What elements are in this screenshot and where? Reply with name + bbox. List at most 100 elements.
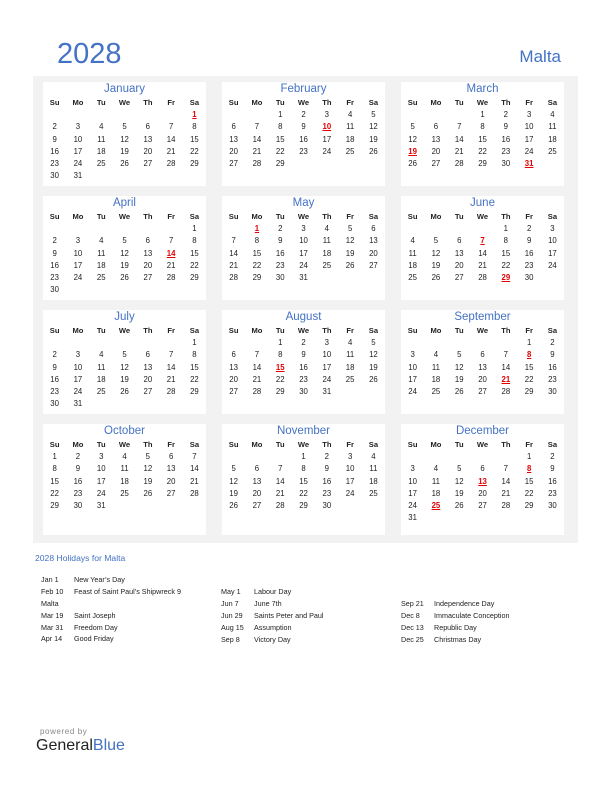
day-cell: 22: [524, 488, 534, 498]
day-cell: 23: [299, 374, 308, 384]
weekday-header: Fr: [346, 98, 354, 107]
day-cell: 11: [322, 236, 331, 246]
day-cell: 28: [252, 159, 262, 169]
day-cell: 28: [501, 387, 511, 397]
day-cell: 11: [408, 248, 417, 258]
weekday-header: Su: [228, 440, 239, 449]
day-cell: 30: [299, 387, 308, 397]
day-cell: 15: [190, 362, 199, 372]
day-cell: 5: [371, 338, 376, 347]
day-cell: 7: [192, 452, 197, 461]
weekday-header: We: [476, 440, 489, 449]
day-cell: 2: [550, 338, 555, 347]
day-cell: 20: [478, 374, 487, 384]
day-cell: 30: [548, 387, 557, 397]
day-cell: 1: [192, 224, 197, 233]
day-cell: 27: [229, 159, 238, 169]
weekday-header: We: [118, 98, 131, 107]
weekday-header: Mo: [430, 212, 442, 221]
holiday-date: Malta: [41, 598, 59, 608]
month-title: June: [470, 197, 495, 209]
weekday-header: Su: [49, 212, 60, 221]
holiday-item: Malta: [41, 598, 181, 610]
day-cell: 4: [347, 338, 353, 347]
day-cell: 30: [501, 159, 511, 169]
day-cell: 9: [550, 464, 555, 474]
weekday-header: Tu: [275, 326, 285, 335]
month-title: March: [466, 83, 499, 95]
day-cell: 4: [99, 350, 104, 360]
empty-day-cell: [66, 109, 89, 121]
day-cell: 19: [120, 374, 129, 384]
day-cell: 6: [231, 350, 236, 360]
day-cell: 27: [166, 488, 176, 498]
empty-day-cell: [90, 223, 113, 235]
day-cell: 24: [322, 146, 332, 156]
weekday-header: Mo: [72, 98, 84, 107]
day-cell: 12: [143, 464, 153, 474]
day-cell: 7: [168, 236, 174, 246]
day-cell: 13: [143, 248, 153, 258]
holiday-day-cell: 25: [431, 501, 441, 511]
day-cell: 31: [73, 399, 83, 409]
weekday-header: Tu: [454, 98, 464, 107]
month-card-june: June Su Mo Tu We Th Fr Sa 1 2 3 4 5 6 7 8 9 10 11 12 13 14 15 1…: [401, 196, 564, 300]
holiday-date: Jun 7: [221, 598, 239, 608]
day-cell: 24: [548, 260, 557, 270]
weekday-header: Mo: [251, 440, 263, 449]
day-cell: 18: [96, 374, 106, 384]
day-cell: 2: [301, 110, 306, 119]
day-cell: 17: [408, 488, 417, 498]
weekday-header: Mo: [251, 212, 263, 221]
day-cell: 31: [73, 171, 83, 181]
holidays-column: Jan 1 New Year’s Day Feb 10 Feast of Saint …: [41, 574, 181, 645]
holiday-name: New Year’s Day: [74, 575, 125, 584]
weekday-header: We: [476, 326, 489, 335]
brand-general: General: [36, 737, 93, 754]
day-cell: 21: [478, 260, 487, 270]
day-cell: 2: [503, 110, 508, 119]
day-cell: 26: [431, 273, 441, 283]
weekday-header: Fr: [525, 98, 533, 107]
month-title: October: [104, 425, 145, 437]
generalblue-logo: GeneralBlue: [36, 737, 125, 755]
holiday-name: Labour Day: [254, 587, 292, 596]
weekday-header: Th: [143, 440, 153, 449]
holiday-day-cell: 19: [408, 146, 417, 156]
day-cell: 26: [229, 501, 238, 511]
day-cell: 24: [96, 488, 106, 498]
day-cell: 24: [408, 501, 417, 511]
day-cell: 28: [454, 159, 464, 169]
month-title: February: [280, 83, 327, 95]
day-cell: 12: [408, 134, 417, 144]
month-title: January: [104, 83, 145, 95]
day-cell: 14: [229, 248, 238, 258]
day-cell: 12: [229, 476, 238, 486]
day-cell: 24: [73, 159, 83, 169]
day-cell: 20: [252, 488, 262, 498]
day-cell: 2: [52, 350, 57, 360]
day-cell: 14: [501, 362, 511, 372]
day-cell: 22: [252, 260, 262, 270]
empty-day-cell: [245, 451, 268, 463]
day-cell: 2: [52, 236, 57, 246]
empty-day-cell: [245, 337, 268, 349]
empty-day-cell: [136, 109, 159, 121]
holiday-day-cell: 29: [501, 273, 511, 283]
day-cell: 18: [431, 488, 441, 498]
empty-day-cell: [43, 223, 66, 235]
day-cell: 22: [501, 260, 511, 270]
day-cell: 16: [50, 260, 59, 270]
day-cell: 17: [73, 374, 83, 384]
holiday-date: May 1: [221, 587, 241, 596]
day-cell: 1: [278, 110, 283, 119]
holiday-item: Mar 31 Freedom Day: [41, 622, 181, 634]
month-card-november: November Su Mo Tu We Th Fr Sa 1 2 3 4 5 6 7 8 9 10 11 12 13 1…: [222, 424, 385, 535]
day-cell: 10: [408, 476, 417, 486]
day-cell: 14: [501, 476, 511, 486]
month-card-august: August Su Mo Tu We Th Fr Sa 1 2 3 4 5 6 7 8 9 10 11 12 13 14 1…: [222, 310, 385, 414]
day-cell: 16: [524, 248, 534, 258]
day-cell: 4: [433, 464, 439, 474]
day-cell: 4: [122, 452, 127, 461]
day-cell: 3: [347, 452, 353, 461]
